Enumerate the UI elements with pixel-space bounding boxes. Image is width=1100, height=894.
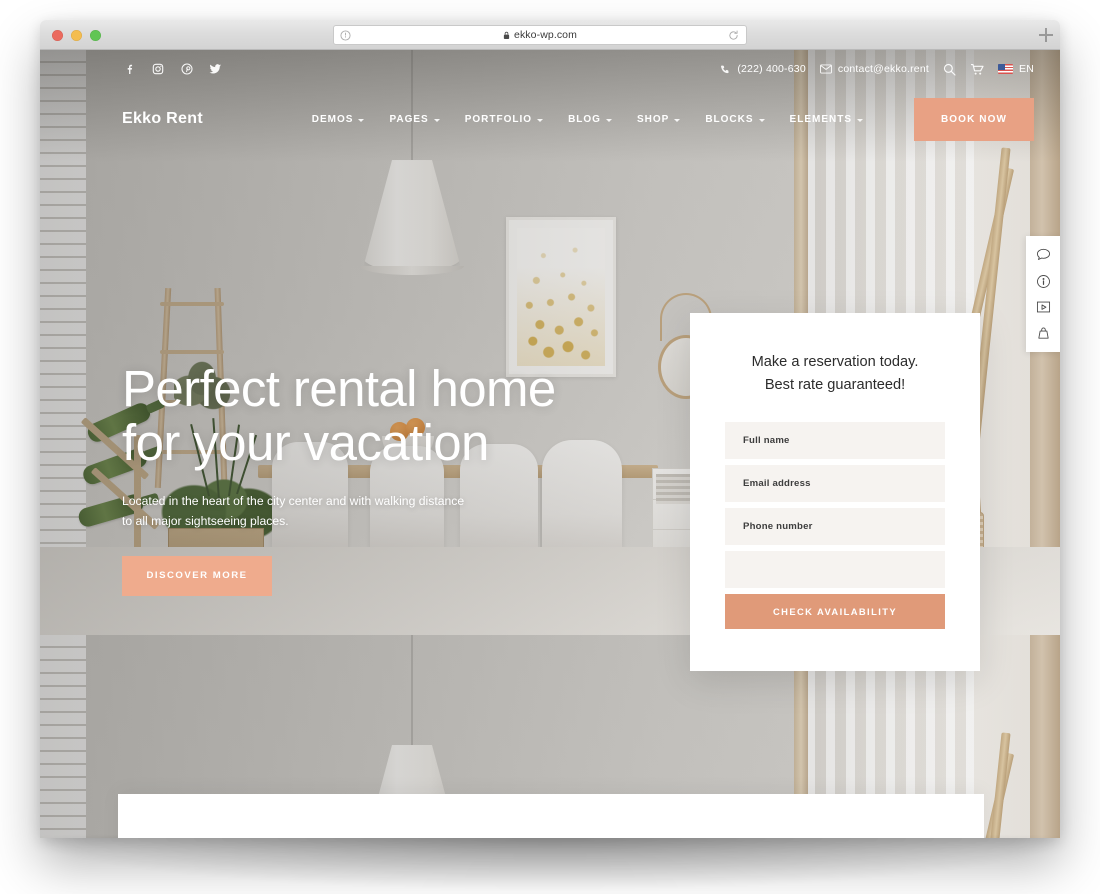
reservation-heading: Make a reservation today. Best rate guar…: [725, 351, 945, 396]
email-contact[interactable]: contact@ekko.rent: [819, 63, 929, 75]
language-label: EN: [1019, 63, 1034, 75]
instagram-icon[interactable]: [151, 63, 164, 76]
twitter-icon[interactable]: [209, 63, 222, 76]
chevron-down-icon: [758, 118, 765, 122]
address-bar[interactable]: ekko-wp.com: [333, 25, 747, 45]
reservation-heading-line2: Best rate guaranteed!: [764, 376, 906, 393]
chevron-down-icon: [857, 118, 863, 122]
chevron-down-icon: [433, 118, 440, 122]
nav-item-pages[interactable]: PAGES: [389, 113, 440, 125]
extra-field-input[interactable]: [725, 551, 945, 589]
utility-top-bar: (222) 400-630 contact@ekko.rent EN: [40, 50, 1060, 88]
window-drop-shadow: [40, 836, 1060, 890]
phone-number-text: (222) 400-630: [737, 63, 806, 75]
hero-title-line1: Perfect rental home: [122, 360, 556, 417]
nav-item-elements[interactable]: ELEMENTS: [790, 114, 863, 125]
browser-window: ekko-wp.com (222) 400-630 contact@ekko.r…: [40, 20, 1060, 838]
phone-number-input[interactable]: [725, 508, 945, 546]
phone-icon: [720, 64, 731, 75]
lock-icon: [503, 31, 510, 39]
reservation-form: CHECK AVAILABILITY: [725, 422, 945, 630]
hero-subtitle: Located in the heart of the city center …: [122, 494, 465, 528]
nav-label: BLOG: [568, 113, 601, 125]
page-viewport: (222) 400-630 contact@ekko.rent EN Ekko …: [40, 50, 1060, 838]
nav-label: PORTFOLIO: [464, 113, 533, 125]
feature-column-bed[interactable]: [118, 794, 407, 838]
hero-title-line2: for your vacation: [122, 414, 489, 472]
facebook-icon[interactable]: [122, 63, 135, 76]
nav-label: ELEMENTS: [789, 113, 852, 125]
nav-label: BLOCKS: [705, 113, 754, 125]
full-name-input[interactable]: [725, 422, 945, 460]
page-info-icon[interactable]: [340, 29, 351, 41]
info-circle-icon[interactable]: [1035, 273, 1051, 289]
reload-icon[interactable]: [728, 30, 739, 41]
maximize-window-button[interactable]: [90, 30, 101, 41]
nav-label: PAGES: [389, 113, 429, 125]
floating-side-panel: [1026, 236, 1060, 352]
url-text: ekko-wp.com: [514, 29, 577, 41]
social-links: [122, 63, 222, 76]
hero-content: Perfect rental home for your vacation Lo…: [122, 360, 592, 596]
nav-item-shop[interactable]: SHOP: [636, 113, 681, 125]
us-flag-icon: [998, 64, 1013, 74]
nav-label: SHOP: [636, 113, 670, 125]
window-controls: [52, 30, 101, 41]
browser-title-bar: ekko-wp.com: [40, 20, 1060, 50]
main-navigation: Ekko Rent DEMOS PAGES PORTFOLIO BLOG SHO…: [40, 88, 1060, 150]
minimize-window-button[interactable]: [71, 30, 82, 41]
chevron-down-icon: [358, 118, 365, 122]
shopping-cart-icon[interactable]: [970, 63, 984, 76]
discover-more-button[interactable]: DISCOVER MORE: [122, 555, 272, 596]
envelope-icon: [819, 64, 832, 74]
feature-column-location[interactable]: [407, 794, 696, 838]
shopping-bag-icon[interactable]: [1035, 325, 1051, 341]
feature-cards-section: [118, 794, 984, 838]
email-address-input[interactable]: [725, 465, 945, 503]
chat-bubble-icon[interactable]: [1035, 247, 1051, 263]
top-bar-right: (222) 400-630 contact@ekko.rent EN: [720, 63, 1034, 76]
nav-item-blocks[interactable]: BLOCKS: [705, 113, 765, 125]
nav-item-portfolio[interactable]: PORTFOLIO: [464, 113, 544, 125]
chevron-down-icon: [537, 118, 544, 122]
language-selector[interactable]: EN: [998, 63, 1034, 75]
check-availability-button[interactable]: CHECK AVAILABILITY: [725, 594, 945, 630]
site-logo[interactable]: Ekko Rent: [122, 110, 203, 128]
book-now-button[interactable]: BOOK NOW: [914, 97, 1034, 141]
chevron-down-icon: [674, 118, 681, 122]
close-window-button[interactable]: [52, 30, 63, 41]
nav-item-demos[interactable]: DEMOS: [312, 114, 365, 125]
url-display: ekko-wp.com: [334, 29, 746, 41]
nav-label: DEMOS: [311, 113, 354, 125]
nav-item-blog[interactable]: BLOG: [568, 114, 612, 125]
reservation-heading-line1: Make a reservation today.: [751, 354, 919, 370]
page-title: Perfect rental home for your vacation: [122, 360, 592, 472]
new-tab-icon[interactable]: [1039, 28, 1053, 42]
email-text: contact@ekko.rent: [837, 63, 929, 75]
phone-contact[interactable]: (222) 400-630: [720, 63, 806, 75]
nav-links: DEMOS PAGES PORTFOLIO BLOG SHOP BLOCKS E…: [312, 97, 1034, 141]
pinterest-icon[interactable]: [180, 63, 193, 76]
search-icon[interactable]: [943, 63, 956, 76]
chevron-down-icon: [605, 118, 612, 122]
feature-column-floorplan[interactable]: [695, 794, 984, 838]
reservation-form-card: Make a reservation today. Best rate guar…: [690, 313, 980, 671]
video-play-icon[interactable]: [1035, 299, 1051, 315]
